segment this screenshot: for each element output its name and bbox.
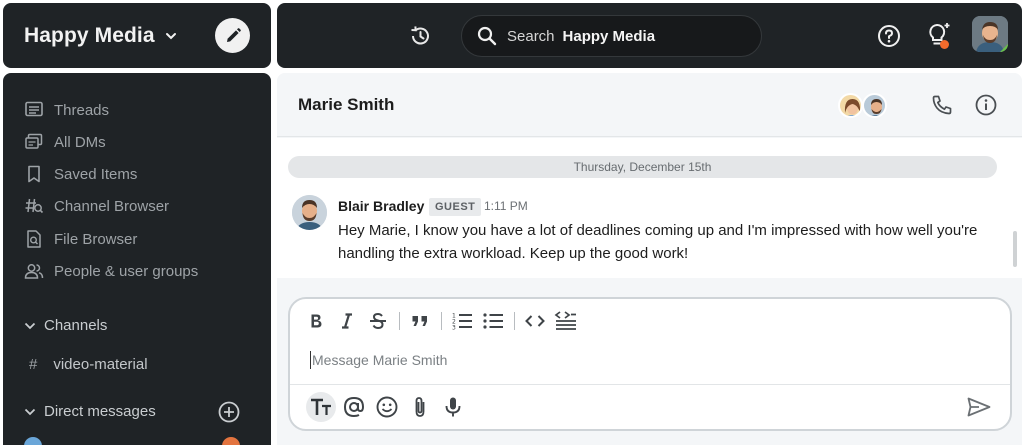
add-circle-icon[interactable] xyxy=(217,400,241,424)
send-icon[interactable] xyxy=(966,395,992,419)
message-list: Thursday, December 15th Blair Bradley GU… xyxy=(277,138,1022,278)
mention-icon[interactable] xyxy=(339,392,369,422)
toolbar-divider xyxy=(399,312,400,330)
message-composer: 123 Message Marie Smith xyxy=(288,297,1012,431)
sidebar-item-channel[interactable]: # video-material xyxy=(29,356,148,373)
message-text: Hey Marie, I know you have a lot of dead… xyxy=(338,222,978,262)
emoji-icon[interactable] xyxy=(372,392,402,422)
help-icon[interactable] xyxy=(877,24,901,48)
phone-icon[interactable] xyxy=(930,93,954,117)
lightbulb-icon[interactable] xyxy=(925,21,953,51)
direct-messages-label: Direct messages xyxy=(44,403,156,420)
numbered-list-icon[interactable]: 123 xyxy=(450,309,474,333)
hash-icon: # xyxy=(29,356,38,373)
workspace-name[interactable]: Happy Media xyxy=(24,24,155,48)
message-author[interactable]: Blair Bradley xyxy=(338,198,424,214)
sidebar-item-file-browser[interactable]: File Browser xyxy=(24,228,137,250)
attachment-icon[interactable] xyxy=(405,392,435,422)
message-author-avatar[interactable] xyxy=(292,195,327,230)
all-dms-icon xyxy=(24,132,44,152)
search-placeholder: Search xyxy=(507,27,555,45)
conversation-title[interactable]: Marie Smith xyxy=(298,95,394,115)
sidebar-item-label: Threads xyxy=(54,101,110,119)
online-status-indicator xyxy=(999,43,1008,52)
composer-tools xyxy=(306,391,471,423)
composer-divider xyxy=(290,384,1010,385)
message-timestamp[interactable]: 1:11 PM xyxy=(484,199,528,213)
conversation-panel: Marie Smith Thursday, December 15th Blai… xyxy=(277,73,1022,445)
user-avatar[interactable] xyxy=(972,16,1008,52)
code-block-icon[interactable] xyxy=(554,309,578,333)
channel-name: video-material xyxy=(53,356,148,373)
sidebar-item-threads[interactable]: Threads xyxy=(24,99,109,121)
history-icon[interactable] xyxy=(408,24,432,48)
strikethrough-icon[interactable] xyxy=(366,309,390,333)
participant-avatar[interactable] xyxy=(838,93,863,118)
bulleted-list-icon[interactable] xyxy=(481,309,505,333)
sidebar-item-label: Channel Browser xyxy=(54,197,170,215)
sidebar-item-label: All DMs xyxy=(54,133,106,151)
people-icon xyxy=(24,261,44,281)
compose-button[interactable] xyxy=(215,18,250,53)
microphone-icon[interactable] xyxy=(438,392,468,422)
bookmark-icon xyxy=(24,164,44,184)
direct-messages-section-header[interactable]: Direct messages xyxy=(24,403,156,420)
toolbar-divider xyxy=(441,312,442,330)
info-icon[interactable] xyxy=(974,93,998,117)
notification-dot xyxy=(940,40,949,49)
workspace-header: Happy Media xyxy=(3,3,271,68)
bold-icon[interactable] xyxy=(304,309,328,333)
svg-text:3: 3 xyxy=(452,325,456,332)
sidebar-item-label: People & user groups xyxy=(54,262,199,280)
search-icon xyxy=(477,26,497,46)
participant-avatar[interactable] xyxy=(862,93,887,118)
search-input[interactable]: Search Happy Media xyxy=(461,15,762,57)
chevron-down-icon xyxy=(24,320,36,332)
guest-badge: GUEST xyxy=(429,198,482,216)
toolbar-divider xyxy=(514,312,515,330)
sidebar-item-all-dms[interactable]: All DMs xyxy=(24,131,106,153)
formatting-toolbar: 123 xyxy=(304,309,585,333)
date-divider: Thursday, December 15th xyxy=(288,156,997,178)
pencil-icon xyxy=(226,27,241,42)
chevron-down-icon[interactable] xyxy=(164,29,178,43)
sidebar-item-channel-browser[interactable]: Channel Browser xyxy=(24,195,169,217)
search-scope: Happy Media xyxy=(562,27,656,45)
top-bar: Search Happy Media xyxy=(277,3,1022,68)
message-input[interactable]: Message Marie Smith xyxy=(310,351,970,369)
italic-icon[interactable] xyxy=(335,309,359,333)
threads-icon xyxy=(24,100,44,120)
code-icon[interactable] xyxy=(523,309,547,333)
file-browser-icon xyxy=(24,229,44,249)
text-format-icon[interactable] xyxy=(306,392,336,422)
chevron-down-icon xyxy=(24,406,36,418)
quote-icon[interactable] xyxy=(408,309,432,333)
sidebar: Threads All DMs Saved Items Channel Brow… xyxy=(3,73,271,445)
channels-section-header[interactable]: Channels xyxy=(24,317,107,334)
sidebar-item-label: Saved Items xyxy=(54,165,138,183)
scrollbar[interactable] xyxy=(1013,231,1017,267)
sidebar-item-saved-items[interactable]: Saved Items xyxy=(24,163,137,185)
channel-browser-icon xyxy=(24,196,44,216)
sidebar-item-people[interactable]: People & user groups xyxy=(24,260,198,282)
sidebar-item-label: File Browser xyxy=(54,230,138,248)
channels-label: Channels xyxy=(44,317,108,334)
conversation-header: Marie Smith xyxy=(277,73,1022,137)
